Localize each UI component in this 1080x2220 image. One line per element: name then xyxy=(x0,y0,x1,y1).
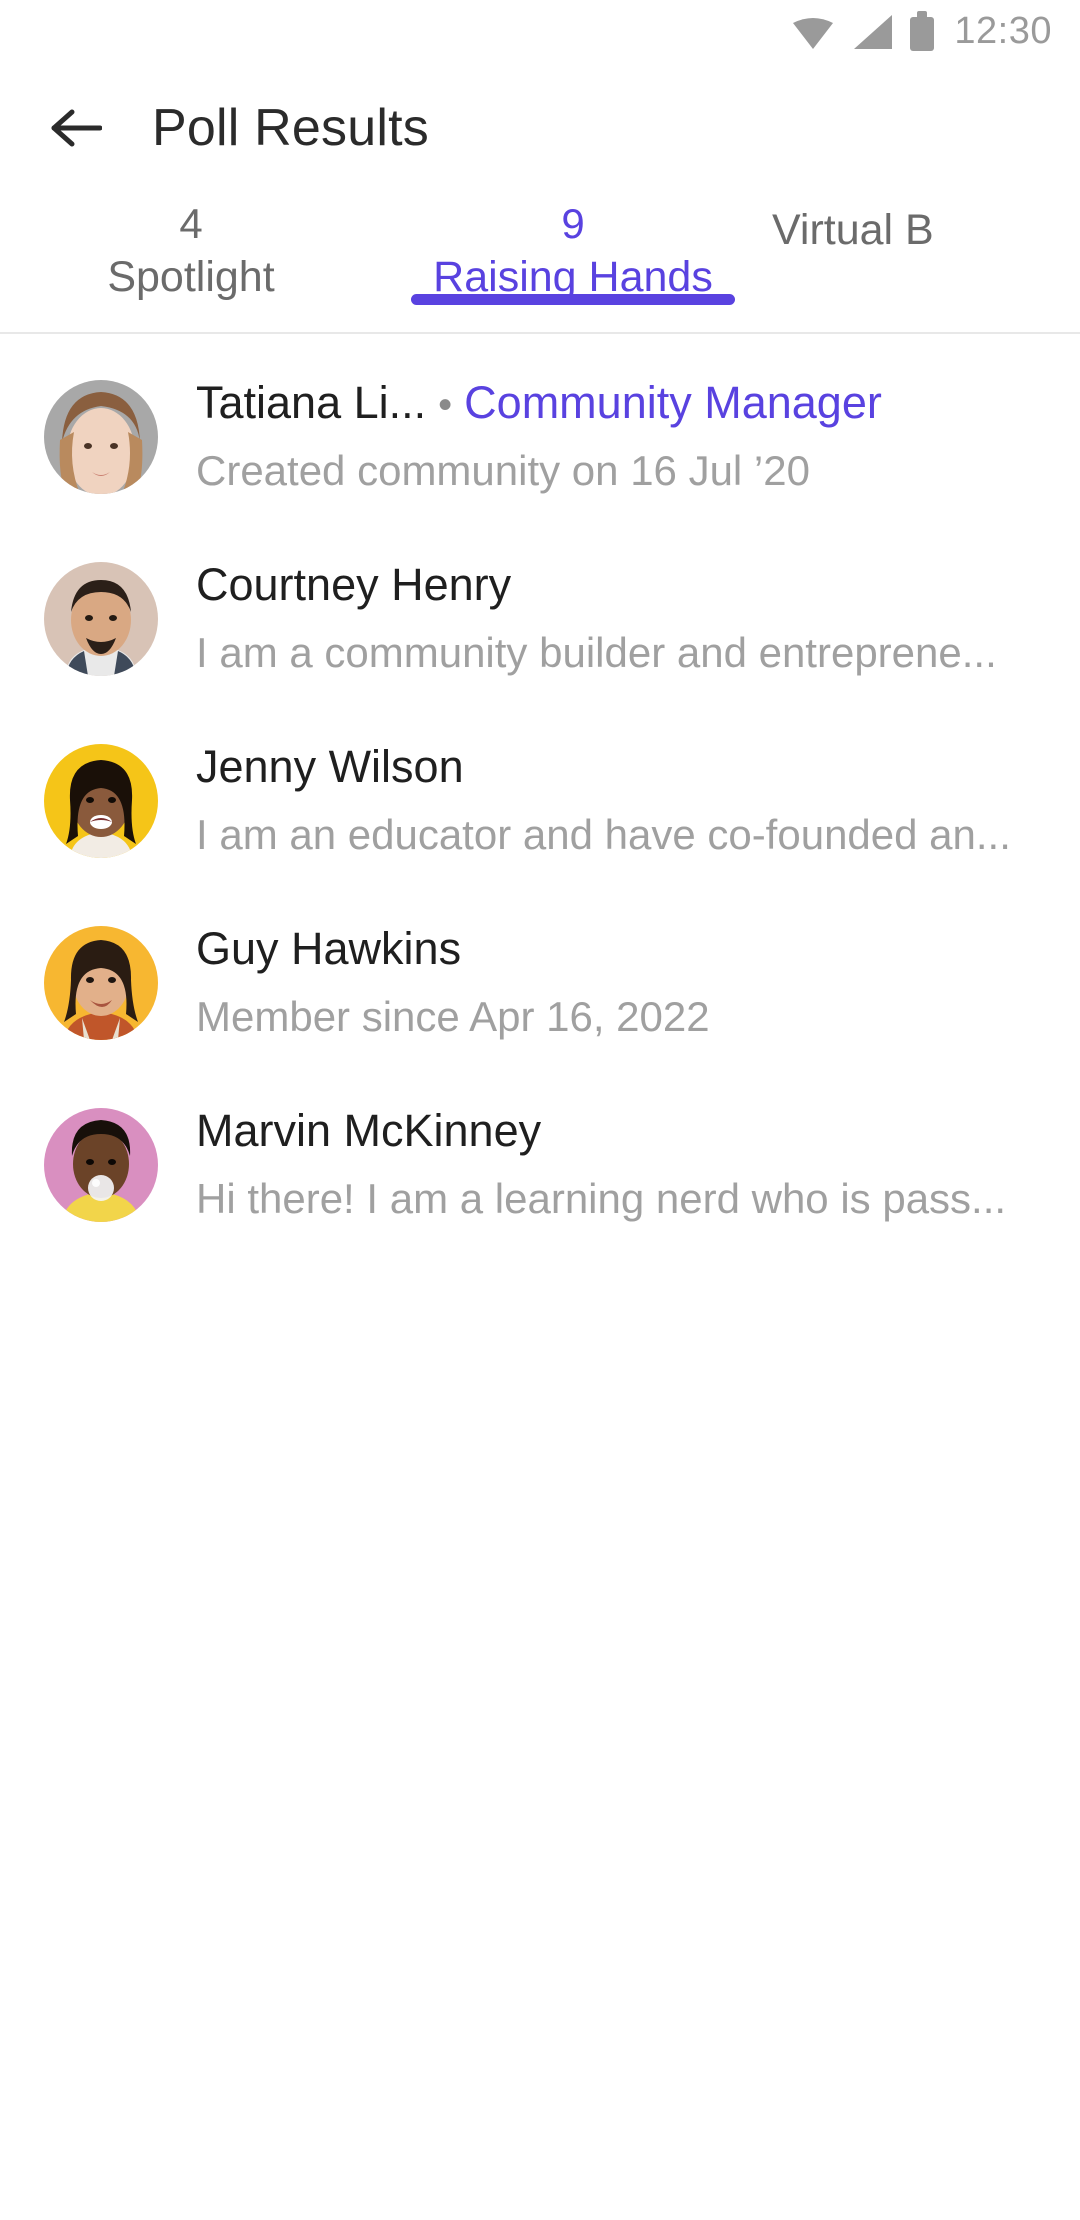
list-item-title-line: Guy Hawkins xyxy=(196,920,1036,979)
list-item-text: Jenny Wilson I am an educator and have c… xyxy=(196,738,1036,863)
list-item-title-line: Jenny Wilson xyxy=(196,738,1036,797)
avatar xyxy=(44,744,158,858)
list-item-separator: • xyxy=(438,383,453,428)
list-item-title-line: Courtney Henry xyxy=(196,556,1036,615)
list-item-subtitle: I am a community builder and entreprene.… xyxy=(196,628,997,676)
list-item-subtitle: Created community on 16 Jul ’20 xyxy=(196,446,810,494)
list-item-subtitle: Hi there! I am a learning nerd who is pa… xyxy=(196,1174,1007,1222)
phone-screen: 12:30 Poll Results 4 Spotlight 9 Raising… xyxy=(0,0,1080,2220)
list-item-title-line: Marvin McKinney xyxy=(196,1102,1036,1161)
tab-bar: 4 Spotlight 9 Raising Hands Virtual B xyxy=(0,194,1080,334)
list-item-text: Tatiana Li... • Community Manager Create… xyxy=(196,374,1036,499)
app-bar: Poll Results xyxy=(0,62,1080,194)
list-item-subtitle: Member since Apr 16, 2022 xyxy=(196,992,710,1040)
tab-spotlight-count: 4 xyxy=(179,200,203,247)
list-item-name: Marvin McKinney xyxy=(196,1105,542,1157)
tab-underline-active xyxy=(411,293,735,305)
back-button[interactable] xyxy=(44,96,108,160)
list-item[interactable]: Guy Hawkins Member since Apr 16, 2022 xyxy=(0,892,1080,1074)
signal-icon xyxy=(852,13,894,51)
list-item-text: Guy Hawkins Member since Apr 16, 2022 xyxy=(196,920,1036,1045)
list-item-name: Tatiana Li... xyxy=(196,377,427,429)
list-item-name: Jenny Wilson xyxy=(196,741,464,793)
list-item[interactable]: Courtney Henry I am a community builder … xyxy=(0,528,1080,710)
list-item-text: Courtney Henry I am a community builder … xyxy=(196,556,1036,681)
list-item[interactable]: Jenny Wilson I am an educator and have c… xyxy=(0,710,1080,892)
avatar xyxy=(44,380,158,494)
status-bar-icons xyxy=(790,11,935,51)
list-item-subtitle: I am an educator and have co-founded an.… xyxy=(196,810,1011,858)
list-item-title-line: Tatiana Li... • Community Manager xyxy=(196,374,1036,433)
participant-list: Tatiana Li... • Community Manager Create… xyxy=(0,334,1080,1256)
avatar xyxy=(44,926,158,1040)
list-item[interactable]: Tatiana Li... • Community Manager Create… xyxy=(0,346,1080,528)
avatar xyxy=(44,1108,158,1222)
list-item-name: Guy Hawkins xyxy=(196,923,462,975)
list-item-name: Courtney Henry xyxy=(196,559,512,611)
avatar xyxy=(44,562,158,676)
list-item[interactable]: Marvin McKinney Hi there! I am a learnin… xyxy=(0,1074,1080,1256)
tab-virtual-backgrounds[interactable]: Virtual B xyxy=(764,194,1064,258)
list-item-text: Marvin McKinney Hi there! I am a learnin… xyxy=(196,1102,1036,1227)
battery-icon xyxy=(910,11,935,51)
page-title: Poll Results xyxy=(152,99,429,157)
back-arrow-icon xyxy=(51,109,102,147)
status-bar: 12:30 xyxy=(0,0,1080,62)
status-bar-time: 12:30 xyxy=(954,10,1052,52)
tab-raising-hands-count: 9 xyxy=(561,200,585,247)
wifi-icon xyxy=(790,13,836,51)
tab-spotlight[interactable]: 4 Spotlight xyxy=(0,194,382,305)
tab-raising-hands[interactable]: 9 Raising Hands xyxy=(382,194,764,305)
list-item-role[interactable]: Community Manager xyxy=(464,374,882,433)
